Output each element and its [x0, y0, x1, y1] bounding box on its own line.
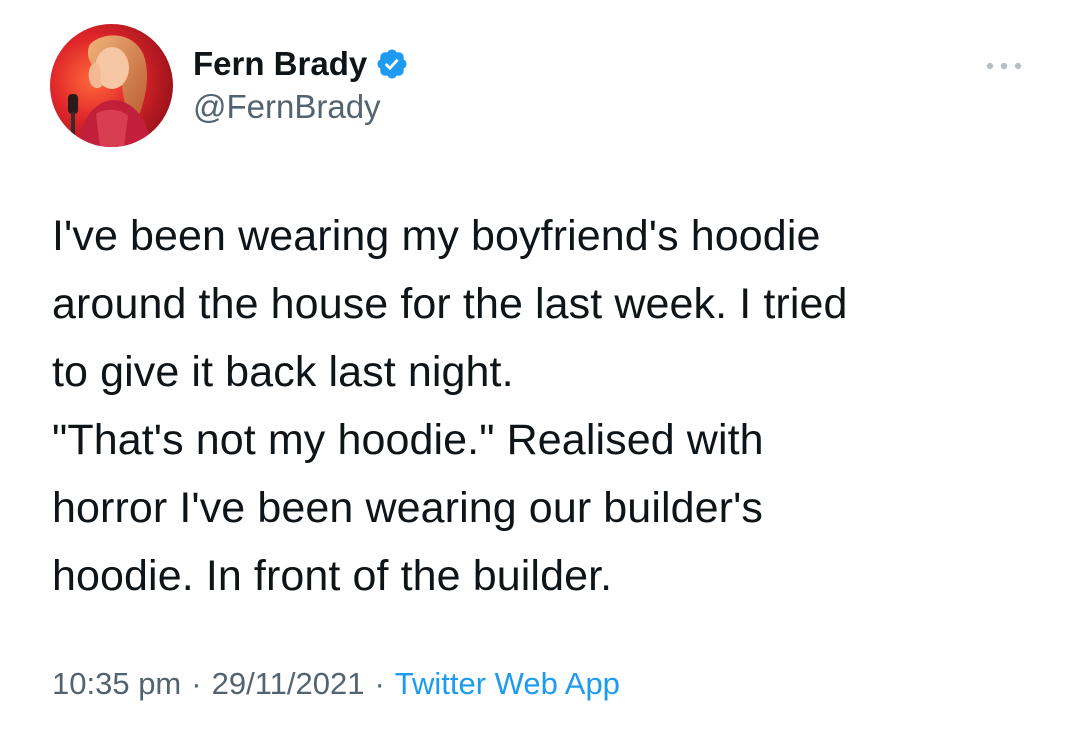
- tweet-text: I've been wearing my boyfriend's hoodie …: [52, 202, 1042, 610]
- tweet-date[interactable]: 29/11/2021: [212, 666, 365, 702]
- author-name-row: Fern Brady: [193, 44, 409, 84]
- separator-dot: ·: [191, 666, 202, 701]
- tweet-text-line: hoodie. In front of the builder.: [52, 552, 613, 600]
- avatar[interactable]: [50, 24, 173, 147]
- tweet-text-line: around the house for the last week. I tr…: [52, 280, 848, 328]
- tweet-text-line: "That's not my hoodie." Realised with: [52, 416, 764, 464]
- tweet-metadata: 10:35 pm · 29/11/2021 · Twitter Web App: [52, 666, 620, 702]
- separator-dot: ·: [374, 666, 385, 701]
- tweet-text-line: to give it back last night.: [52, 348, 514, 396]
- verified-badge-icon: [375, 47, 409, 81]
- more-options-button[interactable]: [978, 46, 1030, 86]
- tweet-source-link[interactable]: Twitter Web App: [395, 666, 620, 702]
- avatar-image: [50, 24, 173, 147]
- tweet-time[interactable]: 10:35 pm: [52, 666, 181, 702]
- tweet-text-line: I've been wearing my boyfriend's hoodie: [52, 212, 821, 260]
- display-name[interactable]: Fern Brady: [193, 45, 367, 83]
- author-handle[interactable]: @FernBrady: [193, 88, 381, 126]
- tweet-text-line: horror I've been wearing our builder's: [52, 484, 763, 532]
- more-dots-icon: [986, 62, 1022, 70]
- tweet-card: Fern Brady @FernBrady I've been wearing …: [0, 0, 1080, 746]
